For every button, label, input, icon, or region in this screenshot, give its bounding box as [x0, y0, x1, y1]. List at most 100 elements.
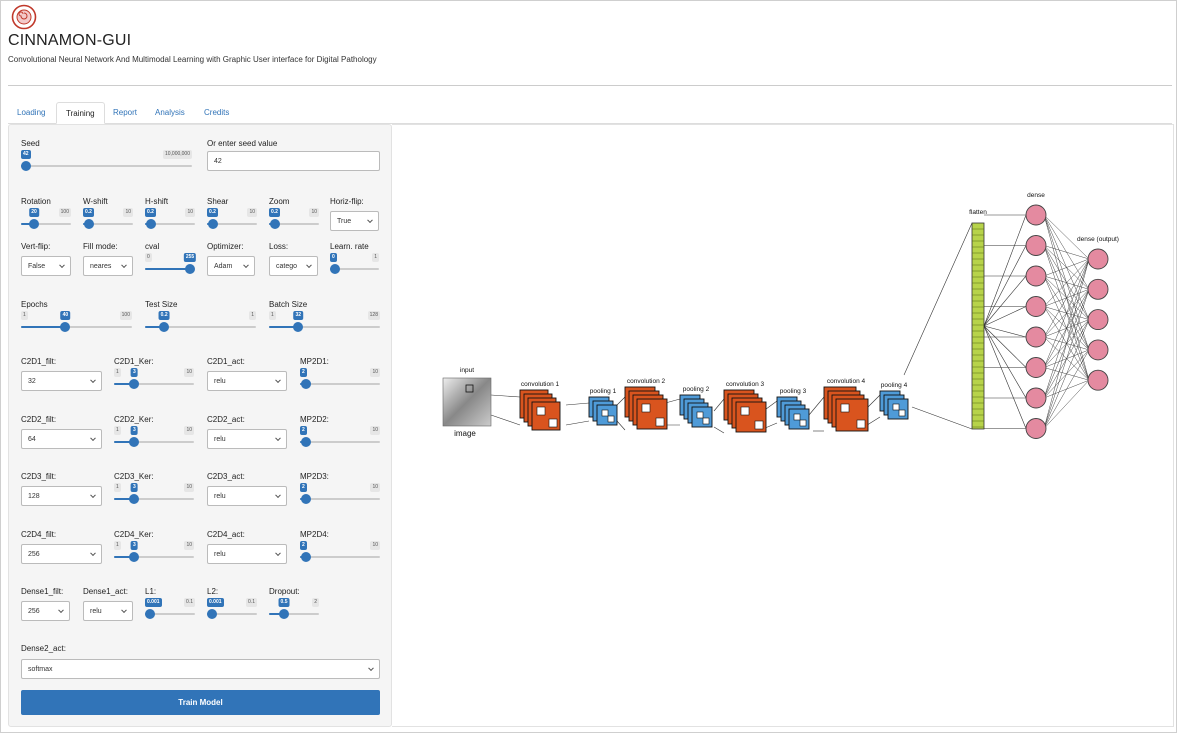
l2-label: L2:: [207, 587, 219, 596]
mp2d1-slider[interactable]: MP2D1: 10 2: [300, 357, 380, 393]
chevron-down-icon: [306, 262, 312, 269]
chevron-down-icon: [90, 377, 96, 384]
zoom-handle[interactable]: [269, 219, 280, 229]
mp2d4-slider[interactable]: MP2D4: 10 2: [300, 530, 380, 566]
tab-loading[interactable]: Loading: [8, 102, 54, 124]
c2d3-act-select[interactable]: relu: [207, 486, 287, 506]
test-size-handle[interactable]: [159, 322, 170, 332]
cval-handle[interactable]: [185, 264, 195, 274]
seed-value: 42: [21, 150, 31, 159]
w-shift-handle[interactable]: [83, 219, 94, 229]
c2d3-filt-select[interactable]: 128: [21, 486, 102, 506]
c2d1-ker-slider[interactable]: C2D1_Ker: 1 10 3: [114, 357, 194, 393]
mp2d4-handle[interactable]: [301, 552, 312, 562]
c2d3-ker-slider[interactable]: C2D3_Ker: 1 10 3: [114, 472, 194, 508]
l1-handle[interactable]: [145, 609, 155, 619]
tab-report[interactable]: Report: [104, 102, 146, 124]
seed-handle[interactable]: [21, 161, 31, 171]
c2d2-ker-slider[interactable]: C2D2_Ker: 1 10 3: [114, 415, 194, 451]
l2-handle[interactable]: [207, 609, 217, 619]
tab-credits[interactable]: Credits: [195, 102, 238, 124]
dense1-act-select[interactable]: relu: [83, 601, 133, 621]
h-shift-slider[interactable]: H-shift 10 0.2: [145, 197, 195, 233]
batch-size-slider[interactable]: Batch Size 1 128 32: [269, 300, 380, 336]
c2d2-filt-value: 64: [28, 435, 36, 443]
w-shift-slider[interactable]: W-shift 10 0.2: [83, 197, 133, 233]
mp2d2-slider[interactable]: MP2D2: 10 2: [300, 415, 380, 451]
dense-neuron: [1025, 387, 1047, 409]
mp2d3-slider[interactable]: MP2D3: 10 2: [300, 472, 380, 508]
seed-value-input[interactable]: 42: [207, 151, 380, 171]
c2d2-filt-select[interactable]: 64: [21, 429, 102, 449]
vert-flip-select[interactable]: False: [21, 256, 71, 276]
learn-rate-handle[interactable]: [330, 264, 340, 274]
input-image: [442, 377, 492, 427]
c2d2-ker-handle[interactable]: [129, 437, 140, 447]
c2d2-act-select[interactable]: relu: [207, 429, 287, 449]
epochs-slider[interactable]: Epochs 1 100 40: [21, 300, 132, 336]
shear-slider[interactable]: Shear 10 0.2: [207, 197, 257, 233]
rotation-slider[interactable]: Rotation 100 20: [21, 197, 71, 233]
optimizer-select[interactable]: Adam: [207, 256, 255, 276]
training-controls-panel: Train Model Seed 10,000,000 42 Or enter see…: [8, 124, 392, 727]
image-label: image: [454, 429, 476, 438]
h-shift-handle[interactable]: [145, 219, 156, 229]
dropout-handle[interactable]: [279, 609, 289, 619]
fill-mode-select[interactable]: neares: [83, 256, 133, 276]
learn-rate-slider[interactable]: Learn. rate 1 0: [330, 242, 379, 278]
c2d4-filt-select[interactable]: 256: [21, 544, 102, 564]
c2d4-act-select[interactable]: relu: [207, 544, 287, 564]
dense-output-label: dense (output): [1077, 236, 1119, 243]
l1-slider[interactable]: L1: 0.1 0.001: [145, 587, 195, 623]
mp2d3-track: [300, 498, 380, 500]
c2d4-ker-slider[interactable]: C2D4_Ker: 1 10 3: [114, 530, 194, 566]
cval-slider[interactable]: cval 0 255: [145, 242, 197, 278]
chevron-down-icon: [367, 217, 373, 224]
rotation-max: 100: [58, 208, 71, 217]
tab-training[interactable]: Training: [56, 102, 105, 124]
mp2d1-handle[interactable]: [301, 379, 312, 389]
loss-select[interactable]: catego: [269, 256, 318, 276]
rotation-handle[interactable]: [29, 219, 39, 229]
shear-handle[interactable]: [207, 219, 218, 229]
c2d4-filt-control: C2D4_filt: 256: [21, 530, 102, 570]
c2d4-ker-handle[interactable]: [129, 552, 140, 562]
mp2d4-value: 2: [300, 541, 307, 550]
c2d1-filt-control: C2D1_filt: 32: [21, 357, 102, 397]
c2d1-act-control: C2D1_act: relu: [207, 357, 287, 397]
train-model-button[interactable]: Train Model: [21, 690, 380, 715]
mp2d4-max: 10: [370, 541, 380, 550]
epochs-handle[interactable]: [60, 322, 71, 332]
dense1-filt-select[interactable]: 256: [21, 601, 70, 621]
mp2d1-value: 2: [300, 368, 307, 377]
mp2d2-handle[interactable]: [301, 437, 312, 447]
dense1-act-value: relu: [90, 607, 102, 615]
flatten-label: flatten: [969, 209, 987, 216]
l2-slider[interactable]: L2: 0.1 0.001: [207, 587, 257, 623]
c2d3-ker-handle[interactable]: [129, 494, 140, 504]
dense2-act-select[interactable]: softmax: [21, 659, 380, 679]
horiz-flip-select[interactable]: True: [330, 211, 379, 231]
seed-value-label: Or enter seed value: [207, 139, 278, 148]
dropout-label: Dropout:: [269, 587, 300, 596]
batch-size-max: 128: [367, 311, 380, 320]
seed-slider[interactable]: Seed 10,000,000 42: [21, 139, 192, 175]
c2d1-filt-select[interactable]: 32: [21, 371, 102, 391]
fill-mode-control: Fill mode: neares: [83, 242, 133, 282]
mp2d1-max: 10: [370, 368, 380, 377]
mp2d3-handle[interactable]: [301, 494, 312, 504]
test-size-slider[interactable]: Test Size 1 0.2: [145, 300, 256, 336]
batch-size-handle[interactable]: [293, 322, 304, 332]
chevron-down-icon: [121, 607, 127, 614]
c2d1-ker-handle[interactable]: [129, 379, 140, 389]
c2d1-ker-max: 10: [184, 368, 194, 377]
app-window: CINNAMON-GUI Convolutional Neural Networ…: [0, 0, 1177, 733]
c2d3-act-label: C2D3_act:: [207, 472, 245, 481]
zoom-value: 0.2: [269, 208, 280, 217]
dropout-slider[interactable]: Dropout: 2 0.5: [269, 587, 319, 623]
c2d1-act-select[interactable]: relu: [207, 371, 287, 391]
l1-value: 0.001: [145, 598, 162, 607]
dense-neuron: [1025, 326, 1047, 348]
tab-analysis[interactable]: Analysis: [146, 102, 194, 124]
zoom-slider[interactable]: Zoom 10 0.2: [269, 197, 319, 233]
